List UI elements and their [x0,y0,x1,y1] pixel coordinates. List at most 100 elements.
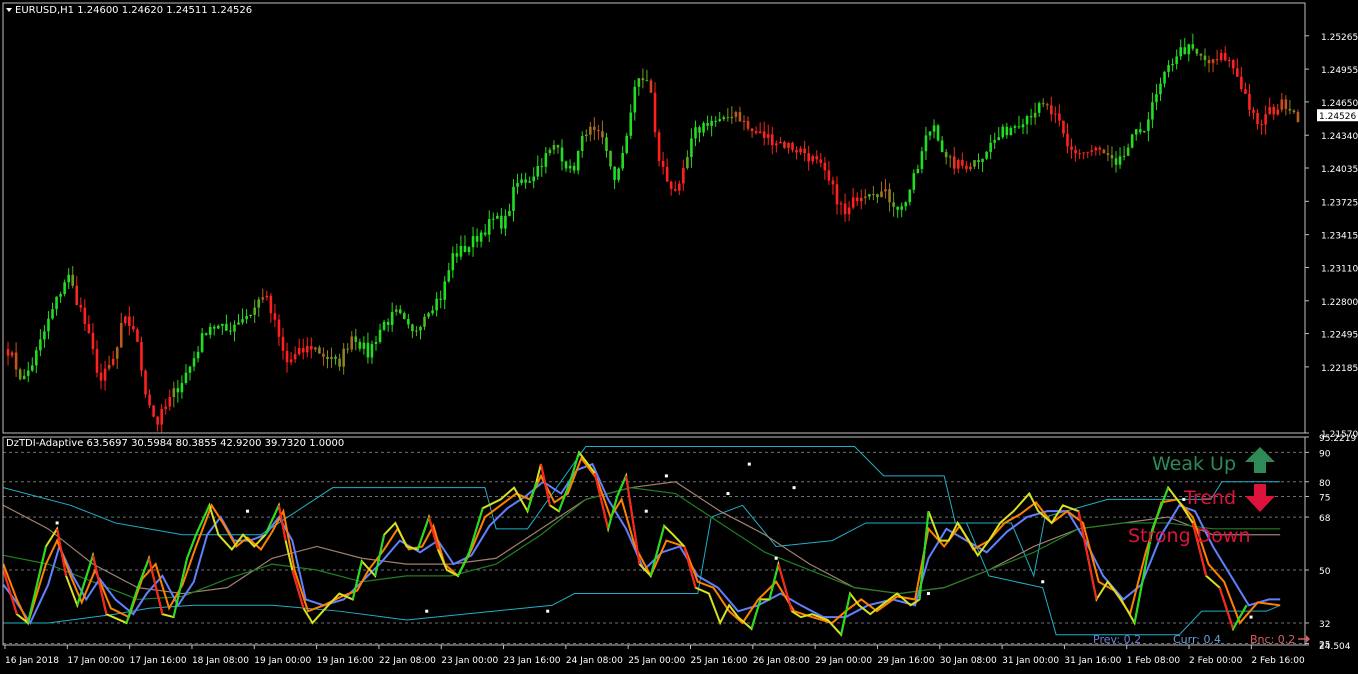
candle-body [1219,52,1223,61]
candle-body [39,339,42,351]
candle-body [746,121,750,129]
candle-body [439,298,443,300]
candle-body [815,156,819,160]
candle-body [1147,119,1150,131]
candle-body [1231,60,1235,69]
candle-body [411,324,414,332]
candle-body [661,160,665,167]
time-tick-label: 29 Jan 16:00 [877,656,934,666]
candle-body [718,119,722,121]
candle-body [516,182,519,187]
candle-body [1203,55,1207,61]
candle-body [350,336,354,350]
indicator-dot [644,509,648,513]
candle-body [285,350,289,363]
indicator-dot [664,474,668,478]
candle-body [87,323,91,333]
candle-body [859,197,863,202]
candle-body [156,416,159,425]
candle-body [791,142,794,151]
current-price-label: 1.24526 [1319,112,1356,122]
indicator-dot [246,509,250,513]
candle-body [839,203,843,205]
candle-body [196,351,200,359]
candle-body [301,347,305,353]
candle-body [370,343,374,358]
candle-body [1025,116,1029,125]
candle-body [71,274,75,286]
candle-body [1118,156,1122,165]
candle-body [1163,71,1166,84]
candle-body [140,341,143,371]
candle-body [1050,105,1053,115]
candle-body [827,170,831,181]
price-tick-label: 1.22495 [1321,331,1358,341]
candle-body [310,345,313,350]
price-tick-label: 1.24955 [1321,66,1358,76]
strong-down-label: Strong Down [1128,525,1251,547]
candle-body [261,297,265,300]
candle-body [1211,59,1215,64]
time-tick-label: 2 Feb 00:00 [1189,656,1243,666]
candle-body [403,313,406,319]
candle-body [726,117,730,119]
candle-body [576,150,580,171]
candle-body [957,160,960,169]
candle-body [269,295,273,314]
candle-body [714,120,717,122]
candle-body [738,112,742,122]
candle-body [1179,47,1183,57]
candle-body [164,406,168,409]
candle-body [1106,153,1110,156]
candle-body [989,142,992,152]
candle-body [868,194,871,197]
indicator-dot [747,462,751,466]
candle-body [257,299,261,308]
candle-body [819,159,823,163]
candle-body [1001,126,1005,138]
candle-body [1045,104,1049,106]
indicator-tick-label: 95.2219 [1319,434,1356,444]
candle-body [682,167,685,184]
candle-body [653,92,657,133]
candle-body [83,307,87,324]
trading-chart[interactable]: 1.25265 1.24955 1.24650 1.24340 1.24035 1.237… [0,0,1358,670]
candle-body [1248,93,1251,110]
candle-body [415,330,418,332]
candle-body [407,318,410,325]
candle-body [136,329,139,342]
candle-body [1058,113,1061,121]
indicator-tick-label: 50 [1319,567,1331,577]
candle-body [216,325,220,329]
candle-body [435,298,438,311]
candle-body [245,316,248,320]
candle-body [253,307,256,315]
candle-body [1017,126,1021,128]
candle-body [766,134,770,138]
candle-body [180,382,184,393]
candle-body [896,206,899,210]
candle-body [540,166,544,168]
candle-body [1288,108,1292,111]
chart-svg[interactable]: 1.25265 1.24955 1.24650 1.24340 1.24035 1.237… [0,0,1358,670]
candle-body [589,126,592,135]
candle-body [289,359,293,363]
candle-body [754,131,758,134]
candle-body [314,347,317,350]
candle-body [79,304,83,308]
candle-body [1122,155,1126,157]
candle-body [443,281,447,300]
candle-body [904,202,908,207]
indicator-dot [726,492,730,496]
candle-body [649,80,653,93]
candle-body [47,318,50,332]
candle-body [1191,44,1195,49]
candle-body [1029,116,1033,118]
candle-body [722,117,726,120]
time-tick-label: 23 Jan 16:00 [504,656,561,666]
candle-body [1268,106,1271,115]
candle-body [965,165,968,170]
time-tick-label: 30 Jan 08:00 [940,656,997,666]
candle-body [863,196,867,198]
candle-body [973,160,976,167]
